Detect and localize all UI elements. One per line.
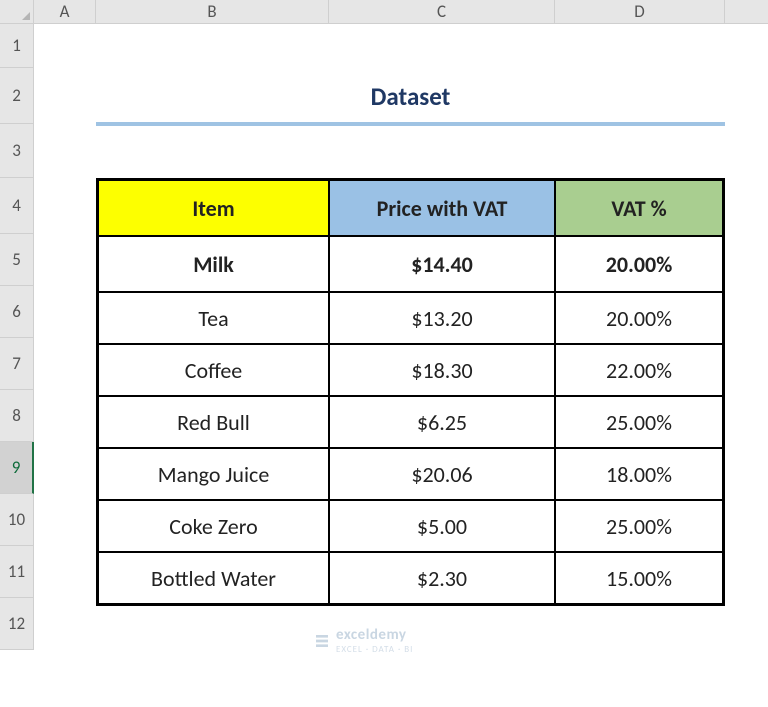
row-header-12[interactable]: 12 <box>0 598 33 650</box>
row-header-7[interactable]: 7 <box>0 338 33 390</box>
table-row: Bottled Water$2.3015.00% <box>98 552 723 604</box>
row-header-10[interactable]: 10 <box>0 494 33 546</box>
logo-icon <box>314 633 330 649</box>
header-vat[interactable]: VAT % <box>555 180 723 236</box>
row-header-4[interactable]: 4 <box>0 178 33 234</box>
cell-price[interactable]: $20.06 <box>329 448 555 500</box>
table-row: Milk$14.4020.00% <box>98 236 723 292</box>
table-row: Tea$13.2020.00% <box>98 292 723 344</box>
col-header-C[interactable]: C <box>329 0 555 23</box>
col-header-D[interactable]: D <box>555 0 725 23</box>
spreadsheet: A B C D 123456789101112 Dataset Item Pri… <box>0 0 768 707</box>
watermark: exceldemy EXCEL · DATA · BI <box>314 626 413 655</box>
row-header-5[interactable]: 5 <box>0 234 33 286</box>
row-header-6[interactable]: 6 <box>0 286 33 338</box>
table-header-row: Item Price with VAT VAT % <box>98 180 723 236</box>
cell-vat[interactable]: 20.00% <box>555 236 723 292</box>
dataset-title: Dataset <box>371 81 451 120</box>
cell-item[interactable]: Tea <box>98 292 329 344</box>
row-header-1[interactable]: 1 <box>0 24 33 68</box>
table-row: Coke Zero$5.0025.00% <box>98 500 723 552</box>
cell-item[interactable]: Bottled Water <box>98 552 329 604</box>
header-price[interactable]: Price with VAT <box>329 180 555 236</box>
row-header-11[interactable]: 11 <box>0 546 33 598</box>
watermark-main: exceldemy <box>336 626 407 644</box>
row-headers-column: 123456789101112 <box>0 24 34 650</box>
cell-item[interactable]: Coffee <box>98 344 329 396</box>
watermark-sub: EXCEL · DATA · BI <box>336 644 413 655</box>
table-row: Coffee$18.3022.00% <box>98 344 723 396</box>
cell-price[interactable]: $2.30 <box>329 552 555 604</box>
select-all-corner[interactable] <box>0 0 34 23</box>
cell-price[interactable]: $6.25 <box>329 396 555 448</box>
cell-price[interactable]: $14.40 <box>329 236 555 292</box>
cell-vat[interactable]: 18.00% <box>555 448 723 500</box>
table-row: Mango Juice$20.0618.00% <box>98 448 723 500</box>
row-header-8[interactable]: 8 <box>0 390 33 442</box>
cell-vat[interactable]: 25.00% <box>555 396 723 448</box>
cell-price[interactable]: $13.20 <box>329 292 555 344</box>
cell-price[interactable]: $5.00 <box>329 500 555 552</box>
title-container: Dataset <box>96 68 725 120</box>
col-header-B[interactable]: B <box>96 0 329 23</box>
data-table: Item Price with VAT VAT % Milk$14.4020.0… <box>96 178 725 606</box>
cell-vat[interactable]: 25.00% <box>555 500 723 552</box>
row-header-3[interactable]: 3 <box>0 124 33 178</box>
title-underline <box>96 122 725 126</box>
cell-vat[interactable]: 15.00% <box>555 552 723 604</box>
col-header-A[interactable]: A <box>34 0 96 23</box>
table-row: Red Bull$6.2525.00% <box>98 396 723 448</box>
cell-item[interactable]: Red Bull <box>98 396 329 448</box>
cell-vat[interactable]: 22.00% <box>555 344 723 396</box>
cell-item[interactable]: Coke Zero <box>98 500 329 552</box>
row-header-9[interactable]: 9 <box>0 442 34 494</box>
row-header-2[interactable]: 2 <box>0 68 33 124</box>
column-headers-row: A B C D <box>0 0 768 24</box>
header-item[interactable]: Item <box>98 180 329 236</box>
cell-item[interactable]: Milk <box>98 236 329 292</box>
cell-vat[interactable]: 20.00% <box>555 292 723 344</box>
grid-area[interactable]: Dataset Item Price with VAT VAT % Milk$1… <box>34 24 768 707</box>
cell-price[interactable]: $18.30 <box>329 344 555 396</box>
cell-item[interactable]: Mango Juice <box>98 448 329 500</box>
